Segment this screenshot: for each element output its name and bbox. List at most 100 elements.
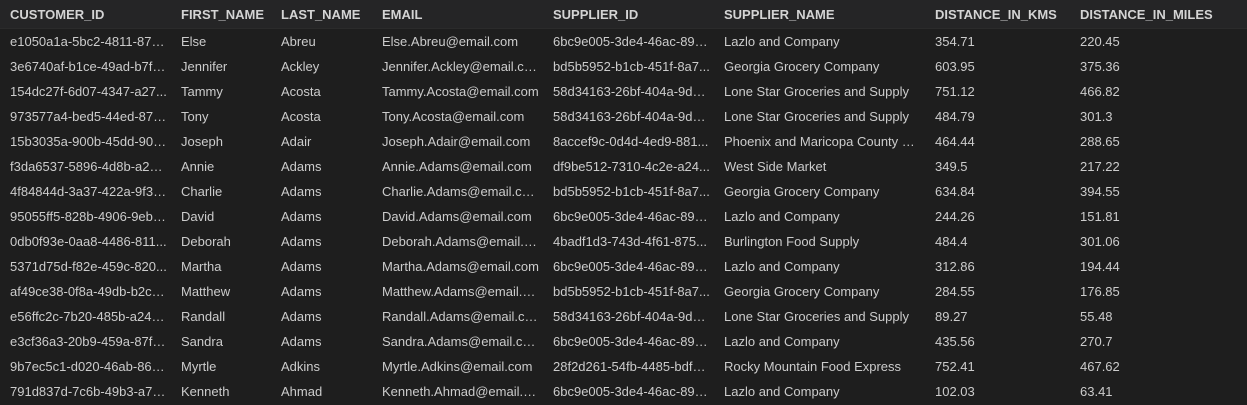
cell-distance-in-kms[interactable]: 751.12 xyxy=(925,84,1070,99)
cell-customer-id[interactable]: e56ffc2c-7b20-485b-a242... xyxy=(0,309,171,324)
cell-supplier-name[interactable]: Lazlo and Company xyxy=(714,259,925,274)
cell-customer-id[interactable]: 4f84844d-3a37-422a-9f3e... xyxy=(0,184,171,199)
cell-supplier-id[interactable]: 6bc9e005-3de4-46ac-894... xyxy=(543,259,714,274)
cell-distance-in-kms[interactable]: 354.71 xyxy=(925,34,1070,49)
cell-supplier-name[interactable]: Lazlo and Company xyxy=(714,209,925,224)
cell-supplier-id[interactable]: 58d34163-26bf-404a-9d9... xyxy=(543,309,714,324)
cell-last-name[interactable]: Adams xyxy=(271,309,372,324)
cell-email[interactable]: Jennifer.Ackley@email.com xyxy=(372,59,543,74)
table-row[interactable]: af49ce38-0f8a-49db-b2c1... Matthew Adams Ma… xyxy=(0,279,1247,304)
cell-distance-in-miles[interactable]: 288.65 xyxy=(1070,134,1247,149)
column-header-last-name[interactable]: LAST_NAME xyxy=(271,7,372,22)
table-row[interactable]: 791d837d-7c6b-49b3-a72... Kenneth Ahmad Ken… xyxy=(0,379,1247,404)
cell-first-name[interactable]: Kenneth xyxy=(171,384,271,399)
cell-first-name[interactable]: Else xyxy=(171,34,271,49)
cell-supplier-name[interactable]: Georgia Grocery Company xyxy=(714,184,925,199)
cell-distance-in-kms[interactable]: 102.03 xyxy=(925,384,1070,399)
cell-supplier-id[interactable]: 6bc9e005-3de4-46ac-894... xyxy=(543,209,714,224)
cell-customer-id[interactable]: 5371d75d-f82e-459c-820... xyxy=(0,259,171,274)
cell-supplier-name[interactable]: Rocky Mountain Food Express xyxy=(714,359,925,374)
table-row[interactable]: 0db0f93e-0aa8-4486-811... Deborah Adams Deb… xyxy=(0,229,1247,254)
cell-supplier-name[interactable]: Lone Star Groceries and Supply xyxy=(714,109,925,124)
cell-distance-in-miles[interactable]: 270.7 xyxy=(1070,334,1247,349)
column-header-supplier-id[interactable]: SUPPLIER_ID xyxy=(543,7,714,22)
cell-supplier-id[interactable]: bd5b5952-b1cb-451f-8a7... xyxy=(543,184,714,199)
cell-customer-id[interactable]: f3da6537-5896-4d8b-a22... xyxy=(0,159,171,174)
cell-last-name[interactable]: Adkins xyxy=(271,359,372,374)
cell-supplier-name[interactable]: Phoenix and Maricopa County Su... xyxy=(714,134,925,149)
cell-distance-in-miles[interactable]: 176.85 xyxy=(1070,284,1247,299)
cell-distance-in-kms[interactable]: 284.55 xyxy=(925,284,1070,299)
cell-last-name[interactable]: Adams xyxy=(271,334,372,349)
cell-distance-in-miles[interactable]: 151.81 xyxy=(1070,209,1247,224)
table-row[interactable]: e1050a1a-5bc2-4811-875f... Else Abreu Else.… xyxy=(0,29,1247,54)
cell-email[interactable]: Deborah.Adams@email.c... xyxy=(372,234,543,249)
cell-email[interactable]: Martha.Adams@email.com xyxy=(372,259,543,274)
cell-supplier-name[interactable]: Burlington Food Supply xyxy=(714,234,925,249)
table-row[interactable]: 15b3035a-900b-45dd-901... Joseph Adair Jose… xyxy=(0,129,1247,154)
cell-distance-in-miles[interactable]: 467.62 xyxy=(1070,359,1247,374)
cell-supplier-id[interactable]: df9be512-7310-4c2e-a24... xyxy=(543,159,714,174)
cell-last-name[interactable]: Adams xyxy=(271,159,372,174)
cell-last-name[interactable]: Acosta xyxy=(271,84,372,99)
cell-first-name[interactable]: Jennifer xyxy=(171,59,271,74)
cell-distance-in-kms[interactable]: 435.56 xyxy=(925,334,1070,349)
cell-last-name[interactable]: Adams xyxy=(271,184,372,199)
cell-first-name[interactable]: Tony xyxy=(171,109,271,124)
cell-distance-in-miles[interactable]: 301.06 xyxy=(1070,234,1247,249)
cell-distance-in-kms[interactable]: 484.4 xyxy=(925,234,1070,249)
cell-last-name[interactable]: Adams xyxy=(271,234,372,249)
cell-customer-id[interactable]: 973577a4-bed5-44ed-87d... xyxy=(0,109,171,124)
cell-supplier-id[interactable]: 6bc9e005-3de4-46ac-894... xyxy=(543,334,714,349)
cell-supplier-name[interactable]: Georgia Grocery Company xyxy=(714,59,925,74)
cell-distance-in-kms[interactable]: 244.26 xyxy=(925,209,1070,224)
cell-email[interactable]: Myrtle.Adkins@email.com xyxy=(372,359,543,374)
cell-email[interactable]: Annie.Adams@email.com xyxy=(372,159,543,174)
cell-distance-in-miles[interactable]: 466.82 xyxy=(1070,84,1247,99)
cell-first-name[interactable]: Randall xyxy=(171,309,271,324)
cell-supplier-id[interactable]: 8accef9c-0d4d-4ed9-881... xyxy=(543,134,714,149)
cell-email[interactable]: Else.Abreu@email.com xyxy=(372,34,543,49)
cell-last-name[interactable]: Adams xyxy=(271,209,372,224)
cell-distance-in-miles[interactable]: 220.45 xyxy=(1070,34,1247,49)
cell-first-name[interactable]: Martha xyxy=(171,259,271,274)
cell-first-name[interactable]: Sandra xyxy=(171,334,271,349)
cell-supplier-name[interactable]: Lazlo and Company xyxy=(714,384,925,399)
cell-supplier-id[interactable]: 58d34163-26bf-404a-9d9... xyxy=(543,84,714,99)
column-header-distance-in-kms[interactable]: DISTANCE_IN_KMS xyxy=(925,7,1070,22)
cell-supplier-id[interactable]: 4badf1d3-743d-4f61-875... xyxy=(543,234,714,249)
cell-first-name[interactable]: Matthew xyxy=(171,284,271,299)
cell-distance-in-miles[interactable]: 63.41 xyxy=(1070,384,1247,399)
cell-supplier-id[interactable]: 6bc9e005-3de4-46ac-894... xyxy=(543,34,714,49)
cell-customer-id[interactable]: 15b3035a-900b-45dd-901... xyxy=(0,134,171,149)
cell-distance-in-miles[interactable]: 394.55 xyxy=(1070,184,1247,199)
cell-distance-in-kms[interactable]: 464.44 xyxy=(925,134,1070,149)
cell-email[interactable]: Randall.Adams@email.com xyxy=(372,309,543,324)
cell-email[interactable]: Charlie.Adams@email.com xyxy=(372,184,543,199)
column-header-customer-id[interactable]: CUSTOMER_ID xyxy=(0,7,171,22)
cell-email[interactable]: Matthew.Adams@email.c... xyxy=(372,284,543,299)
cell-last-name[interactable]: Ahmad xyxy=(271,384,372,399)
cell-distance-in-kms[interactable]: 484.79 xyxy=(925,109,1070,124)
cell-customer-id[interactable]: 154dc27f-6d07-4347-a27... xyxy=(0,84,171,99)
cell-email[interactable]: Joseph.Adair@email.com xyxy=(372,134,543,149)
cell-distance-in-miles[interactable]: 194.44 xyxy=(1070,259,1247,274)
cell-customer-id[interactable]: e1050a1a-5bc2-4811-875f... xyxy=(0,34,171,49)
cell-distance-in-miles[interactable]: 301.3 xyxy=(1070,109,1247,124)
cell-supplier-name[interactable]: Lone Star Groceries and Supply xyxy=(714,309,925,324)
table-row[interactable]: 973577a4-bed5-44ed-87d... Tony Acosta Tony.… xyxy=(0,104,1247,129)
cell-supplier-id[interactable]: 6bc9e005-3de4-46ac-894... xyxy=(543,384,714,399)
column-header-supplier-name[interactable]: SUPPLIER_NAME xyxy=(714,7,925,22)
table-row[interactable]: f3da6537-5896-4d8b-a22... Annie Adams Annie… xyxy=(0,154,1247,179)
table-row[interactable]: 95055ff5-828b-4906-9ebf... David Adams Davi… xyxy=(0,204,1247,229)
cell-distance-in-kms[interactable]: 312.86 xyxy=(925,259,1070,274)
cell-supplier-name[interactable]: Georgia Grocery Company xyxy=(714,284,925,299)
table-row[interactable]: 9b7ec5c1-d020-46ab-862... Myrtle Adkins Myr… xyxy=(0,354,1247,379)
column-header-email[interactable]: EMAIL xyxy=(372,7,543,22)
cell-first-name[interactable]: Joseph xyxy=(171,134,271,149)
column-header-first-name[interactable]: FIRST_NAME xyxy=(171,7,271,22)
cell-email[interactable]: Sandra.Adams@email.com xyxy=(372,334,543,349)
cell-last-name[interactable]: Adams xyxy=(271,259,372,274)
cell-customer-id[interactable]: 95055ff5-828b-4906-9ebf... xyxy=(0,209,171,224)
cell-last-name[interactable]: Adams xyxy=(271,284,372,299)
